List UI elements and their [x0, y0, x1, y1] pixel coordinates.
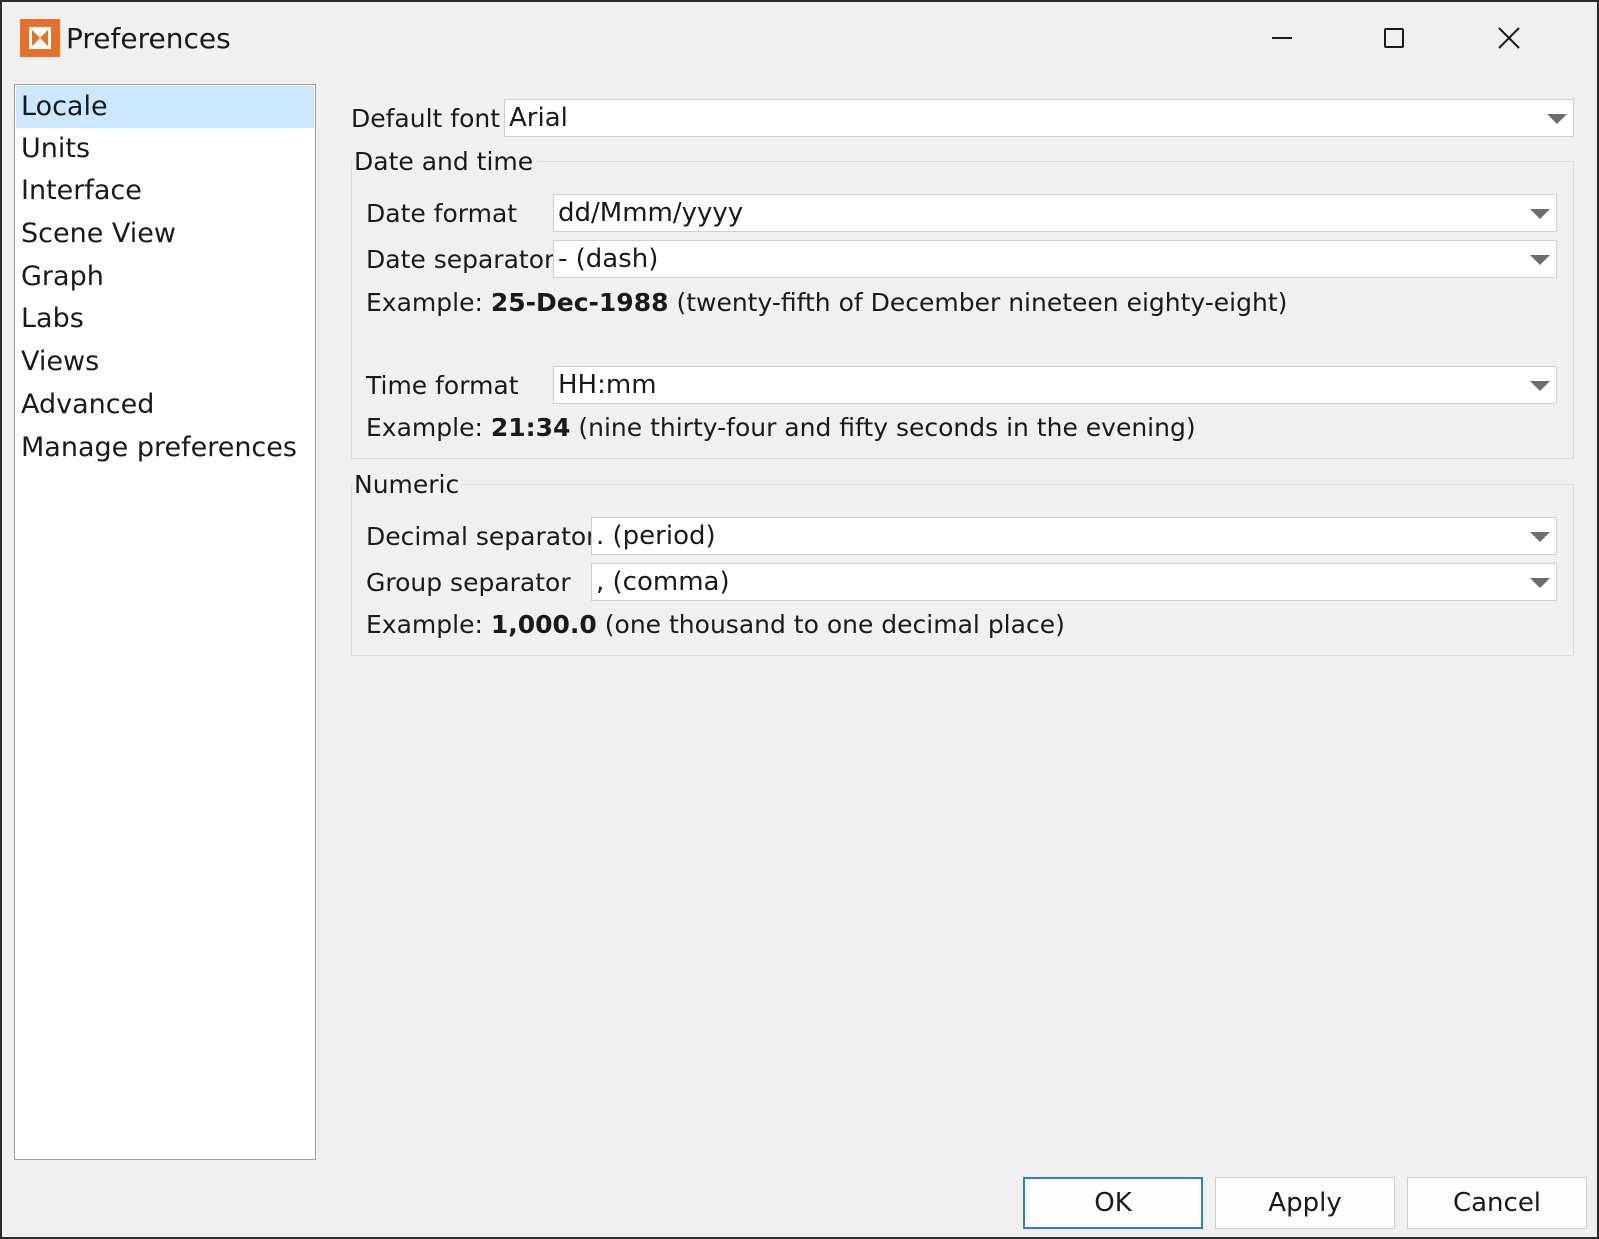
maximize-icon: [1384, 28, 1404, 48]
chevron-down-icon: [1530, 209, 1550, 219]
numeric-example-value: 1,000.0: [490, 610, 597, 639]
sidebar-item-manage-preferences[interactable]: Manage preferences: [16, 427, 314, 469]
default-font-label: Default font: [351, 104, 501, 133]
time-example-value: 21:34: [490, 413, 571, 442]
date-separator-select[interactable]: - (dash): [553, 240, 1557, 278]
group-separator-label: Group separator: [366, 568, 571, 597]
close-button[interactable]: [1479, 14, 1539, 62]
time-example: Example: 21:34 (nine thirty-four and fif…: [366, 412, 1196, 444]
maximize-button[interactable]: [1364, 14, 1424, 62]
sidebar-item-graph[interactable]: Graph: [16, 256, 314, 298]
date-format-value: dd/Mmm/yyyy: [558, 198, 744, 228]
sidebar-item-units[interactable]: Units: [16, 128, 314, 170]
app-logo-icon: [20, 19, 60, 57]
time-example-prefix: Example:: [366, 413, 483, 442]
ok-button[interactable]: OK: [1023, 1177, 1203, 1229]
time-format-select[interactable]: HH:mm: [553, 366, 1557, 404]
chevron-down-icon: [1530, 532, 1550, 542]
chevron-down-icon: [1530, 578, 1550, 588]
default-font-select[interactable]: Arial: [504, 99, 1574, 137]
date-time-group-title: Date and time: [354, 146, 538, 178]
numeric-example-text: (one thousand to one decimal place): [604, 610, 1065, 639]
apply-button[interactable]: Apply: [1215, 1177, 1395, 1229]
sidebar-item-views[interactable]: Views: [16, 341, 314, 383]
date-example-value: 25-Dec-1988: [490, 288, 669, 317]
sidebar-item-interface[interactable]: Interface: [16, 170, 314, 212]
preferences-dialog: Preferences Locale Units Interface Scene…: [0, 0, 1599, 1239]
date-format-select[interactable]: dd/Mmm/yyyy: [553, 194, 1557, 232]
cancel-button[interactable]: Cancel: [1407, 1177, 1587, 1229]
numeric-example: Example: 1,000.0 (one thousand to one de…: [366, 609, 1065, 641]
title-bar: Preferences: [2, 2, 1597, 74]
group-separator-value: , (comma): [596, 567, 730, 597]
numeric-group-title: Numeric: [354, 469, 464, 501]
chevron-down-icon: [1530, 255, 1550, 265]
decimal-separator-select[interactable]: . (period): [591, 517, 1557, 555]
decimal-separator-label: Decimal separator: [366, 522, 597, 551]
close-icon: [1498, 27, 1520, 49]
default-font-value: Arial: [509, 103, 568, 133]
category-list: Locale Units Interface Scene View Graph …: [14, 84, 316, 1160]
sidebar-item-advanced[interactable]: Advanced: [16, 384, 314, 426]
numeric-example-prefix: Example:: [366, 610, 483, 639]
time-format-label: Time format: [366, 371, 519, 400]
chevron-down-icon: [1547, 114, 1567, 124]
date-separator-value: - (dash): [558, 244, 659, 274]
date-format-label: Date format: [366, 199, 518, 228]
minimize-button[interactable]: [1252, 14, 1312, 62]
sidebar-item-scene-view[interactable]: Scene View: [16, 213, 314, 255]
group-separator-select[interactable]: , (comma): [591, 563, 1557, 601]
date-example: Example: 25-Dec-1988 (twenty-fifth of De…: [366, 287, 1287, 319]
sidebar-item-labs[interactable]: Labs: [16, 298, 314, 340]
decimal-separator-value: . (period): [596, 521, 716, 551]
sidebar-item-locale[interactable]: Locale: [16, 86, 314, 128]
minimize-icon: [1272, 37, 1292, 39]
window-title: Preferences: [66, 22, 231, 55]
date-example-prefix: Example:: [366, 288, 483, 317]
chevron-down-icon: [1530, 381, 1550, 391]
time-format-value: HH:mm: [558, 370, 657, 400]
time-example-text: (nine thirty-four and fifty seconds in t…: [578, 413, 1196, 442]
date-example-text: (twenty-fifth of December nineteen eight…: [676, 288, 1288, 317]
date-separator-label: Date separator: [366, 245, 555, 274]
